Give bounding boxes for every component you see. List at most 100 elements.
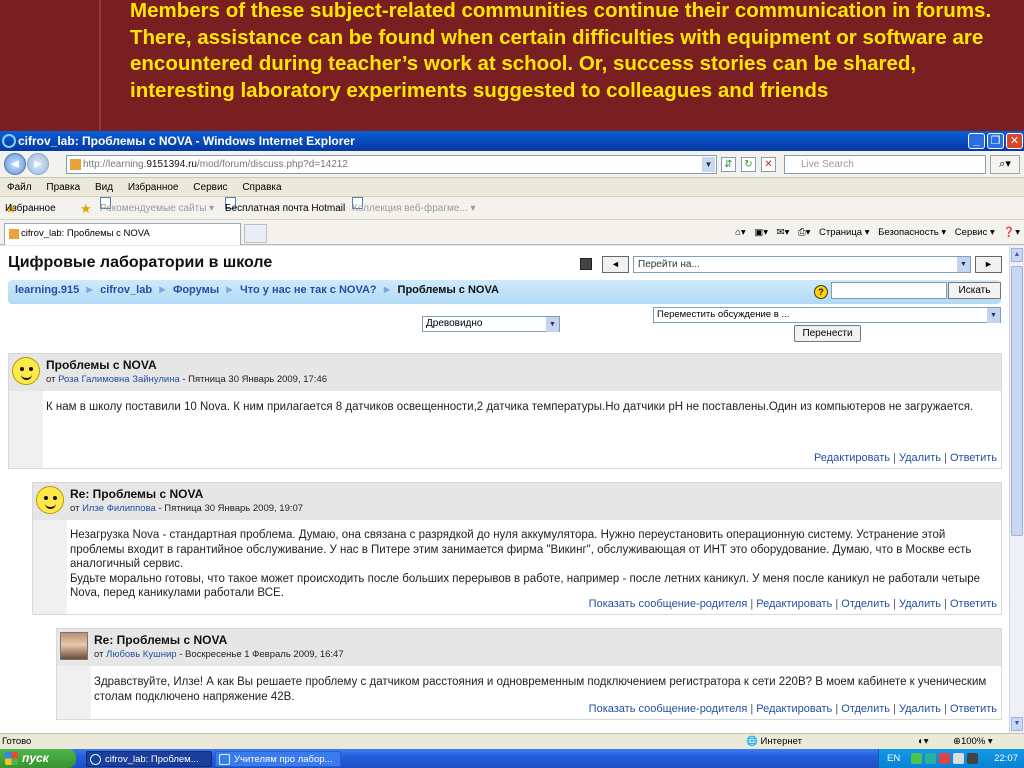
forum-post: Re: Проблемы с NOVA от Любовь Кушнир - В…: [56, 628, 1002, 720]
cmd-tools[interactable]: Сервис ▾: [955, 227, 995, 238]
avatar[interactable]: [12, 357, 40, 385]
maximize-button[interactable]: ❐: [987, 133, 1004, 149]
post-subject: Проблемы с NOVA: [46, 358, 157, 372]
breadcrumb-current: Проблемы с NOVA: [397, 284, 499, 296]
reply-link[interactable]: Ответить: [950, 703, 997, 715]
language-indicator[interactable]: EN: [887, 749, 900, 768]
address-bar[interactable]: http://learning.9151394.ru/mod/forum/dis…: [66, 155, 717, 174]
tray-app-icon[interactable]: [925, 753, 936, 764]
start-button[interactable]: пуск: [0, 749, 76, 768]
zoom-control[interactable]: ⊕100% ▾: [953, 734, 993, 749]
post-author-link[interactable]: Илзе Филиппова: [82, 503, 156, 514]
post-commands: Редактировать | Удалить | Ответить: [814, 452, 997, 464]
cmd-safety[interactable]: Безопасность ▾: [878, 227, 946, 238]
feeds-icon[interactable]: ▣▾: [754, 227, 768, 238]
jump-select[interactable]: Перейти на... ▼: [633, 256, 971, 273]
post-side: [33, 520, 67, 614]
new-tab-button[interactable]: [244, 224, 267, 243]
favorites-label: Избранное: [5, 203, 56, 214]
zone-label: Интернет: [760, 736, 802, 747]
tab-bar: cifrov_lab: Проблемы с NOVA ⌂▾ ▣▾ ✉▾ ⎙▾ …: [0, 220, 1024, 245]
edit-link[interactable]: Редактировать: [814, 452, 890, 464]
forward-button[interactable]: ►: [27, 153, 49, 175]
help-icon[interactable]: ❓▾: [1003, 227, 1020, 238]
close-window-button[interactable]: ✕: [1006, 133, 1023, 149]
post-author-line: от Роза Галимовна Зайнулина - Пятница 30…: [46, 374, 327, 385]
edit-link[interactable]: Редактировать: [756, 703, 832, 715]
home-icon[interactable]: ⌂▾: [735, 227, 746, 238]
taskbar-item-label: Учителям про лабор...: [234, 754, 333, 765]
move-discussion-select[interactable]: Переместить обсуждение в ... ▼: [653, 307, 1001, 323]
search-go-icon[interactable]: ⌕▾: [990, 155, 1020, 174]
tray-app-icon[interactable]: [939, 753, 950, 764]
print-icon[interactable]: ⎙▾: [798, 227, 810, 238]
add-favorite-icon[interactable]: ★: [80, 197, 92, 220]
scroll-up-icon[interactable]: ▲: [1011, 248, 1023, 262]
forum-post: Проблемы с NOVA от Роза Галимовна Зайнул…: [8, 353, 1002, 469]
breadcrumb-forums[interactable]: Форумы: [173, 284, 219, 296]
protected-mode-icon[interactable]: ◐▾: [918, 734, 929, 749]
tab-current[interactable]: cifrov_lab: Проблемы с NOVA: [4, 223, 241, 245]
jump-next-button[interactable]: ►: [975, 256, 1002, 273]
menu-edit[interactable]: Правка: [46, 182, 80, 193]
avatar[interactable]: [36, 486, 64, 514]
taskbar-item-doc[interactable]: Учителям про лабор...: [215, 751, 341, 767]
move-button[interactable]: Перенести: [794, 325, 861, 342]
avatar[interactable]: [60, 632, 88, 660]
author-prefix: от: [46, 374, 56, 385]
show-parent-link[interactable]: Показать сообщение-родителя: [589, 598, 748, 610]
breadcrumb-site[interactable]: learning.915: [15, 284, 79, 296]
live-search-input[interactable]: Live Search: [784, 155, 986, 174]
forum-search-button[interactable]: Искать: [948, 282, 1001, 299]
menu-favorites[interactable]: Избранное: [128, 182, 179, 193]
scroll-thumb[interactable]: [1011, 266, 1023, 536]
delete-link[interactable]: Удалить: [899, 452, 941, 464]
post-author-link[interactable]: Любовь Кушнир: [106, 649, 176, 660]
fav-link-suggested-label: Рекомендуемые сайты ▾: [100, 203, 215, 214]
post-author-link[interactable]: Роза Галимовна Зайнулина: [58, 374, 180, 385]
reply-link[interactable]: Ответить: [950, 452, 997, 464]
stop-icon[interactable]: ✕: [761, 157, 776, 172]
mail-icon[interactable]: ✉▾: [777, 227, 790, 238]
tab-label: cifrov_lab: Проблемы с NOVA: [21, 228, 150, 239]
post-body: К нам в школу поставили 10 Nova. К ним п…: [46, 401, 974, 413]
tray-virus-icon[interactable]: [967, 753, 978, 764]
fav-link-hotmail-label: Бесплатная почта Hotmail: [225, 203, 346, 214]
delete-link[interactable]: Удалить: [899, 703, 941, 715]
tab-favicon: [9, 229, 19, 239]
menu-view[interactable]: Вид: [95, 182, 113, 193]
display-mode-select[interactable]: Древовидно ▼: [422, 316, 560, 332]
split-link[interactable]: Отделить: [841, 703, 890, 715]
compat-view-icon[interactable]: ⇵: [721, 157, 736, 172]
breadcrumb-course[interactable]: cifrov_lab: [100, 284, 152, 296]
help-icon[interactable]: ?: [814, 285, 828, 299]
refresh-icon[interactable]: ↻: [741, 157, 756, 172]
menu-help[interactable]: Справка: [242, 182, 281, 193]
minimize-button[interactable]: _: [968, 133, 985, 149]
cmd-page[interactable]: Страница ▾: [819, 227, 869, 238]
show-parent-link[interactable]: Показать сообщение-родителя: [589, 703, 748, 715]
taskbar: пуск cifrov_lab: Проблем... Учителям про…: [0, 749, 1024, 768]
favorites-bar: ★ Избранное ★ Рекомендуемые сайты ▾ Бесп…: [0, 197, 1024, 220]
jump-prev-button[interactable]: ◄: [602, 256, 629, 273]
back-button[interactable]: ◄: [4, 153, 26, 175]
split-link[interactable]: Отделить: [841, 598, 890, 610]
tray-app-icon[interactable]: [911, 753, 922, 764]
taskbar-item-ie[interactable]: cifrov_lab: Проблем...: [86, 751, 212, 767]
forum-search-input[interactable]: [831, 282, 947, 299]
rss-icon[interactable]: [580, 258, 592, 270]
post-subject: Re: Проблемы с NOVA: [70, 487, 204, 501]
scroll-down-icon[interactable]: ▼: [1011, 717, 1023, 731]
breadcrumb-forum[interactable]: Что у нас не так с NOVA?: [240, 284, 377, 296]
slide-caption: Members of these subject-related communi…: [130, 0, 992, 102]
address-dropdown-icon[interactable]: ▼: [702, 157, 715, 172]
edit-link[interactable]: Редактировать: [756, 598, 832, 610]
reply-link[interactable]: Ответить: [950, 598, 997, 610]
vertical-scrollbar[interactable]: ▲ ▼: [1009, 246, 1024, 733]
delete-link[interactable]: Удалить: [899, 598, 941, 610]
tray-network-icon[interactable]: [953, 753, 964, 764]
menu-file[interactable]: Файл: [7, 182, 32, 193]
breadcrumb: learning.915 ► cifrov_lab ► Форумы ► Что у нас…: [8, 280, 1001, 304]
breadcrumb-separator-icon: ►: [381, 284, 393, 296]
menu-tools[interactable]: Сервис: [193, 182, 227, 193]
